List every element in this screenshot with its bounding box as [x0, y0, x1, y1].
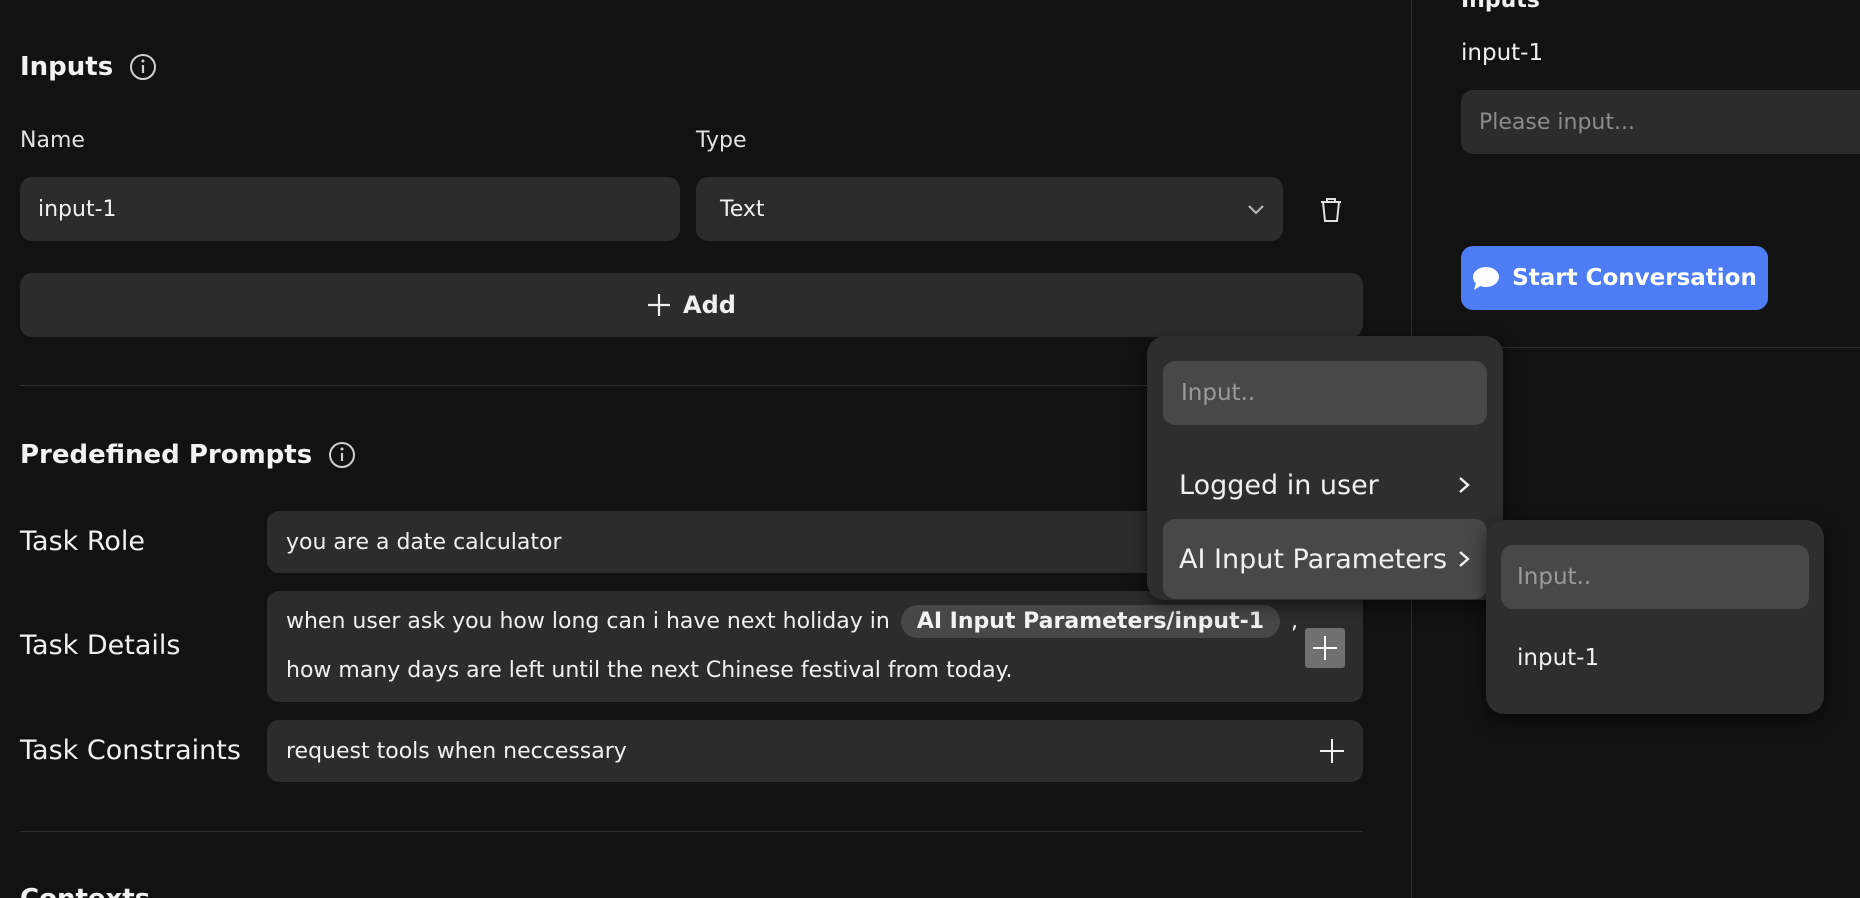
- section-divider: [20, 831, 1363, 832]
- inputs-section-title: Inputs: [20, 52, 157, 82]
- chevron-right-icon: [1459, 551, 1470, 567]
- type-column-label: Type: [696, 128, 747, 153]
- preview-field-label: input-1: [1461, 40, 1544, 66]
- insert-variable-button[interactable]: [1305, 628, 1345, 668]
- info-icon[interactable]: [328, 441, 356, 469]
- menu-item-logged-in-user[interactable]: Logged in user: [1163, 445, 1487, 525]
- parameters-submenu: Input.. input-1: [1486, 520, 1824, 714]
- inputs-title-text: Inputs: [20, 52, 114, 82]
- task-constraints-value: request tools when neccessary: [286, 738, 627, 764]
- plus-icon: [1313, 636, 1337, 660]
- task-details-text-after: ,: [1291, 609, 1299, 634]
- task-constraints-field[interactable]: request tools when neccessary: [267, 720, 1363, 782]
- parameter-search-input[interactable]: Input..: [1501, 545, 1809, 609]
- variable-search-placeholder: Input..: [1181, 380, 1256, 406]
- contexts-title-text: Contexts: [20, 884, 150, 898]
- start-conversation-button[interactable]: Start Conversation: [1461, 246, 1768, 310]
- variable-menu: Input.. Logged in user AI Input Paramete…: [1147, 336, 1503, 600]
- input-name-value: input-1: [38, 196, 117, 222]
- submenu-item-label: input-1: [1517, 645, 1600, 671]
- submenu-item-input-1[interactable]: input-1: [1501, 623, 1809, 693]
- preview-placeholder: Please input...: [1479, 109, 1635, 135]
- info-icon[interactable]: [129, 53, 157, 81]
- plus-icon[interactable]: [1319, 738, 1345, 764]
- menu-item-label: Logged in user: [1179, 469, 1379, 501]
- chat-bubble-icon: [1473, 267, 1500, 290]
- trash-icon[interactable]: [1316, 195, 1346, 225]
- chevron-right-icon: [1459, 477, 1470, 493]
- task-role-label: Task Role: [20, 526, 146, 557]
- preview-inputs-heading: Inputs: [1461, 0, 1540, 13]
- task-role-field[interactable]: you are a date calculator: [267, 511, 1167, 573]
- input-type-select[interactable]: Text: [696, 177, 1283, 241]
- task-constraints-label: Task Constraints: [20, 735, 241, 766]
- task-details-label: Task Details: [20, 630, 181, 661]
- add-label: Add: [683, 291, 736, 319]
- contexts-section-title: Contexts: [20, 884, 150, 898]
- variable-search-input[interactable]: Input..: [1163, 361, 1487, 425]
- variable-chip[interactable]: AI Input Parameters/input-1: [900, 605, 1281, 638]
- name-column-label: Name: [20, 128, 85, 153]
- chevron-down-icon: [1248, 205, 1264, 215]
- prompts-section-title: Predefined Prompts: [20, 440, 356, 470]
- task-details-field[interactable]: when user ask you how long can i have ne…: [267, 591, 1363, 702]
- input-name-field[interactable]: input-1: [20, 177, 680, 241]
- add-input-button[interactable]: Add: [20, 273, 1363, 337]
- menu-item-label: AI Input Parameters: [1179, 543, 1448, 575]
- prompts-title-text: Predefined Prompts: [20, 440, 313, 470]
- task-details-text-before: when user ask you how long can i have ne…: [286, 609, 890, 634]
- menu-item-ai-input-parameters[interactable]: AI Input Parameters: [1163, 519, 1487, 599]
- preview-input-field[interactable]: Please input...: [1461, 90, 1860, 154]
- task-role-value: you are a date calculator: [286, 529, 562, 555]
- plus-icon: [648, 294, 671, 316]
- start-conversation-label: Start Conversation: [1512, 265, 1757, 291]
- task-details-line1: when user ask you how long can i have ne…: [286, 605, 1298, 638]
- parameter-search-placeholder: Input..: [1517, 564, 1592, 590]
- task-details-line2: how many days are left until the next Ch…: [286, 658, 1013, 683]
- input-type-value: Text: [720, 196, 765, 222]
